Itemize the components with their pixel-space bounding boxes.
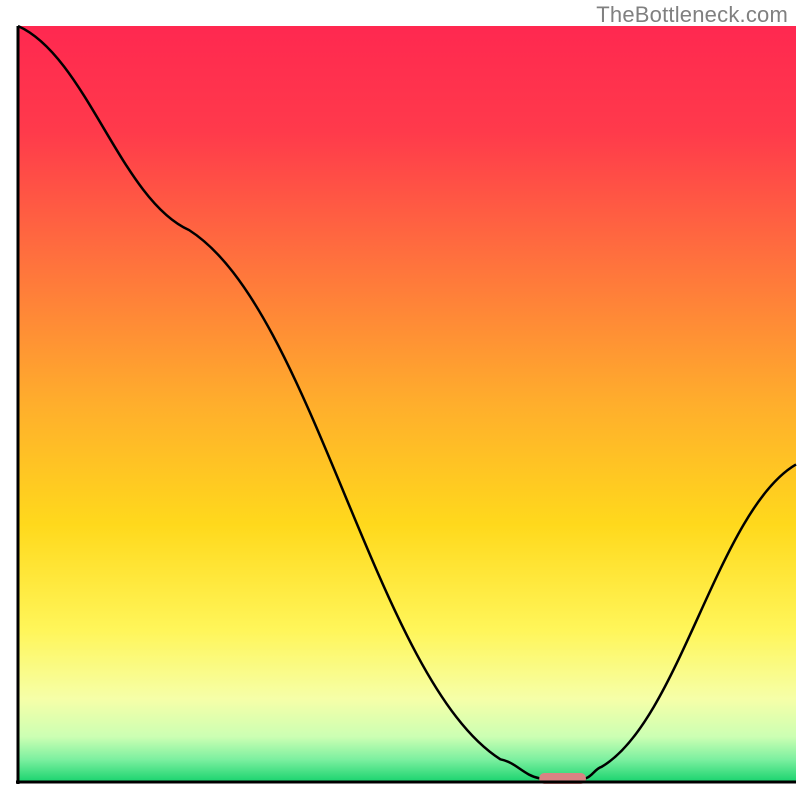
bottleneck-chart: TheBottleneck.com — [0, 0, 800, 800]
chart-canvas — [0, 0, 800, 800]
gradient-background — [18, 26, 796, 782]
watermark-label: TheBottleneck.com — [596, 2, 788, 28]
